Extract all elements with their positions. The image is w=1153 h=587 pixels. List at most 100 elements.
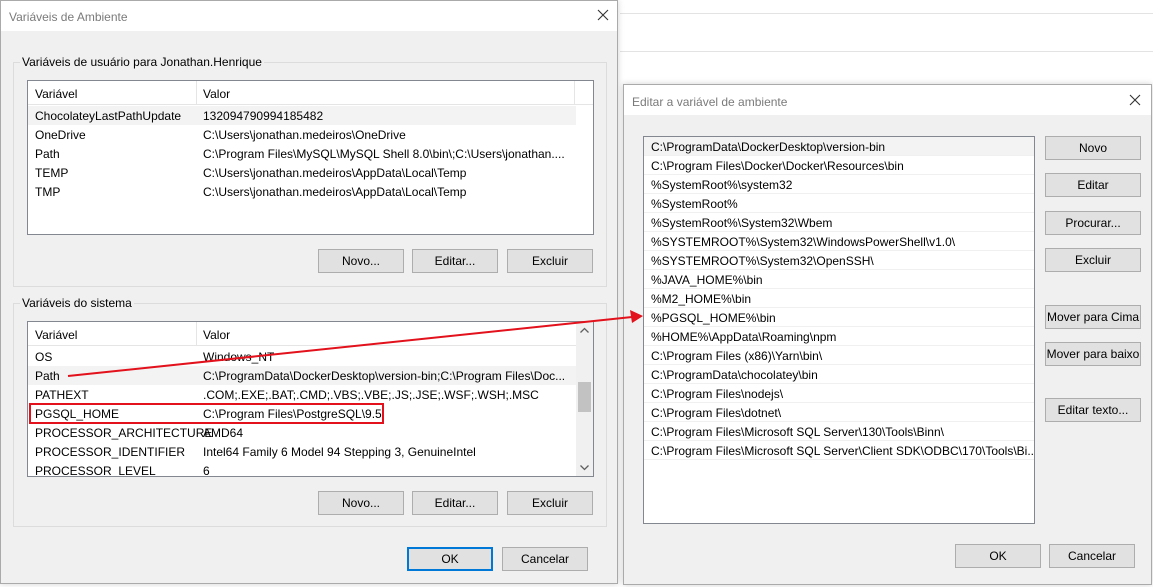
list-item[interactable]: %SystemRoot%\system32 — [644, 175, 1034, 194]
list-item[interactable]: TMP C:\Users\jonathan.medeiros\AppData\L… — [28, 182, 593, 201]
list-item[interactable]: %M2_HOME%\bin — [644, 289, 1034, 308]
variable-value: C:\Users\jonathan.medeiros\AppData\Local… — [203, 166, 467, 180]
list-item[interactable]: %SYSTEMROOT%\System32\OpenSSH\ — [644, 251, 1034, 270]
path-entry: %SystemRoot%\System32\Wbem — [651, 216, 833, 230]
system-new-button[interactable]: Novo... — [318, 491, 404, 515]
new-button[interactable]: Novo — [1045, 136, 1141, 160]
column-header-value[interactable]: Valor — [203, 87, 230, 101]
list-item[interactable]: TEMP C:\Users\jonathan.medeiros\AppData\… — [28, 163, 593, 182]
cancel-button[interactable]: Cancelar — [502, 547, 588, 571]
system-edit-button[interactable]: Editar... — [412, 491, 498, 515]
list-item[interactable]: %JAVA_HOME%\bin — [644, 270, 1034, 289]
cancel-button[interactable]: Cancelar — [1049, 544, 1135, 568]
path-entry: %JAVA_HOME%\bin — [651, 273, 763, 287]
list-item[interactable]: C:\Program Files\Microsoft SQL Server\13… — [644, 422, 1034, 441]
ok-button[interactable]: OK — [955, 544, 1041, 568]
path-entry: %SystemRoot%\system32 — [651, 178, 793, 192]
list-item[interactable]: OS Windows_NT — [28, 347, 577, 366]
path-entry: C:\Program Files\Docker\Docker\Resources… — [651, 159, 904, 173]
user-delete-button[interactable]: Excluir — [507, 249, 593, 273]
variable-name: TEMP — [35, 166, 69, 180]
variable-value: C:\Program Files\MySQL\MySQL Shell 8.0\b… — [203, 147, 565, 161]
path-entries-list[interactable]: C:\ProgramData\DockerDesktop\version-bin… — [643, 136, 1035, 524]
move-down-button[interactable]: Mover para baixo — [1045, 342, 1141, 366]
list-item[interactable]: C:\Program Files\dotnet\ — [644, 403, 1034, 422]
title-bar: Editar a variável de ambiente — [624, 85, 1151, 115]
variable-name: PROCESSOR_LEVEL — [35, 464, 156, 477]
variable-value: C:\ProgramData\DockerDesktop\version-bin… — [203, 369, 566, 383]
variable-value: Windows_NT — [203, 350, 275, 364]
variable-value: 132094790994185482 — [203, 109, 324, 123]
edit-environment-variable-dialog: Editar a variável de ambiente C:\Program… — [623, 84, 1152, 585]
vertical-scrollbar[interactable] — [576, 322, 593, 476]
user-edit-button[interactable]: Editar... — [412, 249, 498, 273]
variable-name: OneDrive — [35, 128, 86, 142]
variable-value: 6 — [203, 464, 210, 477]
edit-text-button[interactable]: Editar texto... — [1045, 398, 1141, 422]
variable-name: PROCESSOR_IDENTIFIER — [35, 445, 186, 459]
variable-name: ChocolateyLastPathUpdate — [35, 109, 182, 123]
background-divider — [620, 51, 1153, 52]
column-separator[interactable] — [196, 81, 197, 105]
user-variables-list[interactable]: Variável Valor ChocolateyLastPathUpdate … — [27, 80, 594, 235]
list-item[interactable]: %PGSQL_HOME%\bin — [644, 308, 1034, 327]
column-header-variable[interactable]: Variável — [35, 328, 77, 342]
list-item[interactable]: C:\Program Files\Microsoft SQL Server\Cl… — [644, 441, 1034, 460]
list-item[interactable]: %SystemRoot%\System32\Wbem — [644, 213, 1034, 232]
list-item[interactable]: %SystemRoot% — [644, 194, 1034, 213]
scroll-down-icon[interactable] — [576, 459, 593, 476]
variable-name: PGSQL_HOME — [35, 407, 120, 421]
column-header-variable[interactable]: Variável — [35, 87, 77, 101]
scroll-up-icon[interactable] — [576, 322, 593, 339]
environment-variables-dialog: Variáveis de Ambiente Variáveis de usuár… — [0, 0, 618, 584]
list-item[interactable]: Path C:\ProgramData\DockerDesktop\versio… — [28, 366, 577, 385]
variable-value: C:\Program Files\PostgreSQL\9.5 — [203, 407, 382, 421]
close-icon[interactable] — [1127, 92, 1143, 108]
path-entry: %SYSTEMROOT%\System32\OpenSSH\ — [651, 254, 874, 268]
list-item[interactable]: PATHEXT .COM;.EXE;.BAT;.CMD;.VBS;.VBE;.J… — [28, 385, 577, 404]
variable-name: PROCESSOR_ARCHITECTURE — [35, 426, 213, 440]
browse-button[interactable]: Procurar... — [1045, 211, 1141, 235]
list-item[interactable]: C:\Program Files (x86)\Yarn\bin\ — [644, 346, 1034, 365]
system-delete-button[interactable]: Excluir — [507, 491, 593, 515]
column-separator[interactable] — [196, 322, 197, 346]
path-entry: %HOME%\AppData\Roaming\npm — [651, 330, 837, 344]
move-up-button[interactable]: Mover para Cima — [1045, 305, 1141, 329]
list-item[interactable]: C:\Program Files\Docker\Docker\Resources… — [644, 156, 1034, 175]
list-header: Variável Valor — [28, 81, 593, 105]
column-header-value[interactable]: Valor — [203, 328, 230, 342]
list-item[interactable]: %SYSTEMROOT%\System32\WindowsPowerShell\… — [644, 232, 1034, 251]
list-item[interactable]: PROCESSOR_LEVEL 6 — [28, 461, 577, 477]
path-entry: C:\ProgramData\chocolatey\bin — [651, 368, 818, 382]
close-icon[interactable] — [595, 7, 611, 23]
list-item[interactable]: PROCESSOR_ARCHITECTURE AMD64 — [28, 423, 577, 442]
variable-value: C:\Users\jonathan.medeiros\OneDrive — [203, 128, 406, 142]
scrollbar-thumb[interactable] — [578, 382, 591, 412]
list-header: Variável Valor — [28, 322, 576, 346]
column-separator[interactable] — [574, 81, 575, 105]
variable-name: PATHEXT — [35, 388, 89, 402]
path-entry: C:\Program Files\Microsoft SQL Server\13… — [651, 425, 944, 439]
variable-name: Path — [35, 369, 60, 383]
dialog-title: Variáveis de Ambiente — [9, 10, 128, 24]
list-item[interactable]: Path C:\Program Files\MySQL\MySQL Shell … — [28, 144, 593, 163]
list-item[interactable]: PGSQL_HOME C:\Program Files\PostgreSQL\9… — [28, 404, 577, 423]
path-entry: C:\Program Files\dotnet\ — [651, 406, 782, 420]
path-entry: %M2_HOME%\bin — [651, 292, 752, 306]
list-item[interactable]: C:\ProgramData\DockerDesktop\version-bin — [644, 137, 1034, 156]
list-item[interactable]: C:\ProgramData\chocolatey\bin — [644, 365, 1034, 384]
list-item[interactable]: PROCESSOR_IDENTIFIER Intel64 Family 6 Mo… — [28, 442, 577, 461]
ok-button[interactable]: OK — [407, 547, 493, 571]
edit-button[interactable]: Editar — [1045, 173, 1141, 197]
variable-value: AMD64 — [203, 426, 244, 440]
list-item[interactable]: C:\Program Files\nodejs\ — [644, 384, 1034, 403]
list-item[interactable]: ChocolateyLastPathUpdate 132094790994185… — [28, 106, 576, 125]
variable-name: OS — [35, 350, 53, 364]
path-entry: %SYSTEMROOT%\System32\WindowsPowerShell\… — [651, 235, 956, 249]
delete-button[interactable]: Excluir — [1045, 248, 1141, 272]
user-new-button[interactable]: Novo... — [318, 249, 404, 273]
system-variables-list[interactable]: Variável Valor OS Windows_NT Path C:\Pro… — [27, 321, 594, 477]
list-item[interactable]: %HOME%\AppData\Roaming\npm — [644, 327, 1034, 346]
path-entry: C:\Program Files (x86)\Yarn\bin\ — [651, 349, 823, 363]
list-item[interactable]: OneDrive C:\Users\jonathan.medeiros\OneD… — [28, 125, 593, 144]
